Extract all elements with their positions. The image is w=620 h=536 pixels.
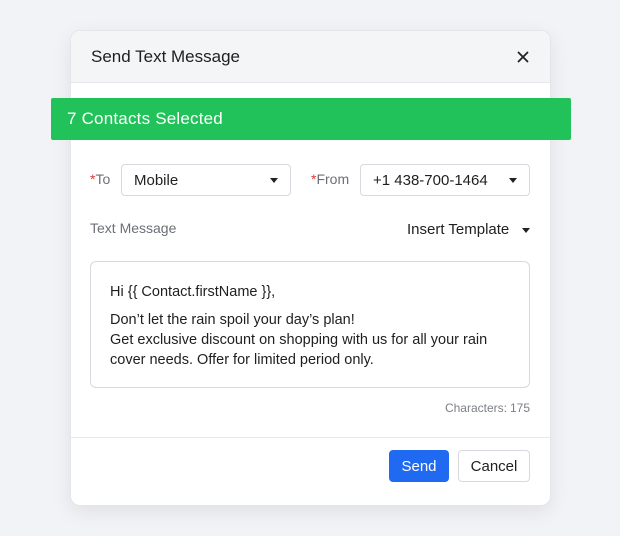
dialog-title: Send Text Message (91, 46, 240, 66)
chevron-down-icon (270, 177, 278, 183)
message-line-1: Don’t let the rain spoil your day’s plan… (110, 312, 355, 328)
dialog-header: Send Text Message (71, 31, 550, 83)
from-label-text: From (316, 171, 350, 187)
chevron-down-icon (509, 177, 517, 183)
close-icon (517, 51, 529, 62)
from-label: *From (311, 171, 349, 187)
to-select-value: Mobile (134, 171, 179, 189)
close-button[interactable] (514, 48, 532, 66)
send-button[interactable]: Send (389, 450, 449, 482)
character-count: Characters: 175 (445, 401, 530, 415)
to-label: *To (90, 171, 110, 187)
message-line-2: Get exclusive discount on shopping with … (110, 332, 488, 368)
to-label-text: To (95, 171, 111, 187)
to-select[interactable]: Mobile (121, 164, 291, 196)
text-message-label: Text Message (90, 220, 177, 236)
message-textarea[interactable]: Hi {{ Contact.firstName }}, Don’t let th… (90, 261, 530, 388)
character-count-value: 175 (509, 401, 530, 415)
cancel-button[interactable]: Cancel (458, 450, 530, 482)
footer-divider (70, 437, 551, 438)
insert-template-dropdown[interactable]: Insert Template (407, 219, 531, 239)
from-select-value: +1 438-700-1464 (373, 171, 488, 189)
contacts-selected-banner: 7 Contacts Selected (51, 98, 571, 140)
chevron-down-icon (522, 227, 531, 233)
message-greeting: Hi {{ Contact.firstName }}, (110, 284, 276, 300)
contacts-selected-text: 7 Contacts Selected (67, 109, 223, 128)
from-select[interactable]: +1 438-700-1464 (360, 164, 530, 196)
character-count-label: Characters: (444, 401, 507, 415)
insert-template-label: Insert Template (407, 220, 510, 238)
